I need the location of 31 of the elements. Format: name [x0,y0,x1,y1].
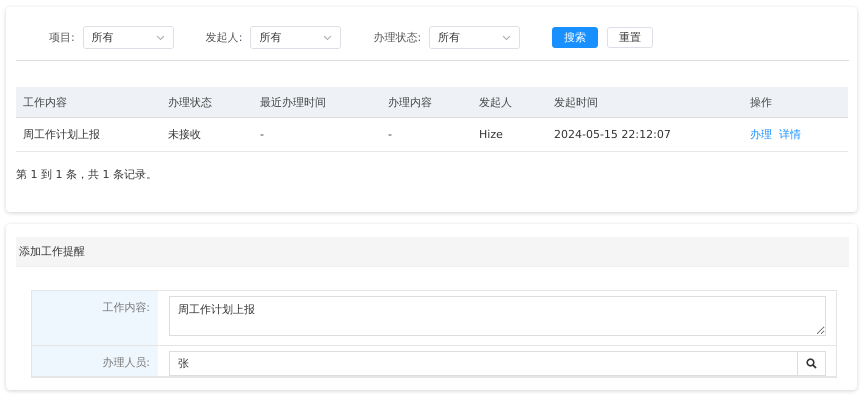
table-cell: 未接收 [161,118,253,152]
filter-label: 项目: [49,30,75,45]
table-cell: 2024-05-15 22:12:07 [547,118,743,152]
column-header: 办理内容 [381,87,472,118]
table-cell: Hize [472,118,547,152]
reset-button[interactable]: 重置 [607,27,654,48]
field-label: 办理人员: [32,346,158,377]
chevron-down-icon [156,34,165,40]
table-cell: - [253,118,381,152]
person-field[interactable]: 张 [169,351,797,376]
form-title: 添加工作提醒 [16,237,849,267]
content-field[interactable]: 周工作计划上报 [169,296,826,336]
search-icon [806,358,817,369]
chevron-down-icon [323,34,332,40]
table-cell: - [381,118,472,152]
filter-select[interactable]: 所有 [82,26,174,49]
column-header: 发起时间 [547,87,743,118]
search-icon-button[interactable] [797,351,826,376]
pagination-text: 第 1 到 1 条，共 1 条记录。 [16,167,158,182]
field-label: 工作内容: [32,291,158,346]
filter-select[interactable]: 所有 [250,26,342,49]
column-header: 办理状态 [161,87,253,118]
chevron-down-icon [502,34,512,40]
filter-label: 办理状态: [373,30,422,45]
column-header: 发起人 [472,87,547,118]
filter-label: 发起人: [206,30,242,45]
column-header: 最近办理时间 [253,87,381,118]
table-cell: 周工作计划上报 [16,118,161,152]
filter-select[interactable]: 所有 [429,26,520,49]
column-header: 工作内容 [16,87,161,118]
column-header: 操作 [743,87,848,118]
